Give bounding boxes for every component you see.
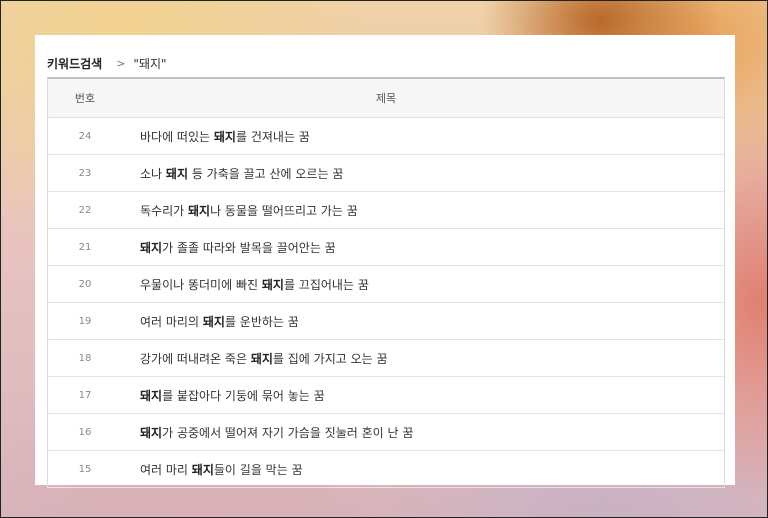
row-title-link[interactable]: 바다에 떠있는 돼지를 건져내는 꿈	[140, 130, 310, 144]
breadcrumb-current-keyword: "돼지"	[133, 56, 167, 71]
search-results-panel: 키워드검색 > "돼지" 번호 제목 24 바다에 떠있는 돼지를 건져내는 꿈2…	[35, 35, 735, 488]
row-title: 여러 마리 돼지들이 길을 막는 꿈	[122, 461, 724, 478]
row-number: 19	[78, 315, 92, 327]
header-title: 제목	[375, 92, 397, 105]
title-text-after: 나 동물을 떨어뜨리고 가는 꿈	[210, 203, 358, 218]
table-row: 19 여러 마리의 돼지를 운반하는 꿈	[48, 303, 724, 340]
row-title: 돼지가 공중에서 떨어져 자기 가슴을 짓눌러 혼이 난 꿈	[122, 424, 724, 441]
table-row: 23 소나 돼지 등 가축을 끌고 산에 오르는 꿈	[48, 155, 724, 192]
row-number: 17	[78, 389, 92, 401]
title-text-before: 바다에 떠있는	[140, 129, 214, 144]
table-row: 24 바다에 떠있는 돼지를 건져내는 꿈	[48, 118, 724, 155]
table-row: 16 돼지가 공중에서 떨어져 자기 가슴을 짓눌러 혼이 난 꿈	[48, 414, 724, 451]
table-row: 18 강가에 떠내려온 죽은 돼지를 집에 가지고 오는 꿈	[48, 340, 724, 377]
background-frame: 키워드검색 > "돼지" 번호 제목 24 바다에 떠있는 돼지를 건져내는 꿈2…	[0, 0, 768, 518]
title-keyword-highlight: 돼지	[140, 425, 163, 440]
row-title: 강가에 떠내려온 죽은 돼지를 집에 가지고 오는 꿈	[122, 350, 724, 367]
breadcrumb-root[interactable]: 키워드검색	[47, 55, 102, 72]
row-number: 15	[78, 463, 92, 475]
breadcrumb-separator-icon: >	[116, 56, 126, 70]
row-title: 돼지가 졸졸 따라와 발목을 끌어안는 꿈	[122, 239, 724, 256]
title-text-after: 가 공중에서 떨어져 자기 가슴을 짓눌러 혼이 난 꿈	[162, 425, 414, 440]
title-keyword-highlight: 돼지	[191, 462, 214, 477]
row-number: 20	[78, 278, 92, 290]
title-text-before: 독수리가	[140, 203, 188, 218]
title-keyword-highlight: 돼지	[140, 388, 163, 403]
row-number: 23	[78, 167, 92, 179]
title-keyword-highlight: 돼지	[261, 277, 284, 292]
title-text-after: 를 붙잡아다 기둥에 묶어 놓는 꿈	[162, 388, 325, 403]
row-number: 22	[78, 204, 92, 216]
row-title: 소나 돼지 등 가축을 끌고 산에 오르는 꿈	[122, 165, 724, 182]
results-table: 번호 제목 24 바다에 떠있는 돼지를 건져내는 꿈 23 소나 돼지 등 가축을 …	[47, 77, 725, 488]
title-text-after: 를 집에 가지고 오는 꿈	[272, 351, 388, 366]
row-number: 24	[78, 130, 92, 142]
row-title: 돼지를 붙잡아다 기둥에 묶어 놓는 꿈	[122, 387, 724, 404]
row-title-link[interactable]: 독수리가 돼지나 동물을 떨어뜨리고 가는 꿈	[140, 204, 358, 218]
title-text-after: 를 운반하는 꿈	[224, 314, 299, 329]
row-title-link[interactable]: 돼지가 공중에서 떨어져 자기 가슴을 짓눌러 혼이 난 꿈	[140, 426, 413, 440]
title-text-before: 여러 마리의	[140, 314, 203, 329]
title-text-before: 여러 마리	[140, 462, 192, 477]
row-title: 우물이나 똥더미에 빠진 돼지를 끄집어내는 꿈	[122, 276, 724, 293]
row-title: 바다에 떠있는 돼지를 건져내는 꿈	[122, 128, 724, 145]
row-title-link[interactable]: 돼지를 붙잡아다 기둥에 묶어 놓는 꿈	[140, 389, 325, 403]
title-keyword-highlight: 돼지	[187, 203, 211, 218]
title-keyword-highlight: 돼지	[165, 166, 188, 181]
title-keyword-highlight: 돼지	[140, 240, 163, 255]
title-text-after: 들이 길을 막는 꿈	[213, 462, 303, 477]
title-text-after: 를 끄집어내는 꿈	[283, 277, 369, 292]
title-text-before: 강가에 떠내려온 죽은	[140, 351, 251, 366]
title-text-after: 가 졸졸 따라와 발목을 끌어안는 꿈	[162, 240, 336, 255]
table-row: 22 독수리가 돼지나 동물을 떨어뜨리고 가는 꿈	[48, 192, 724, 229]
table-row: 21 돼지가 졸졸 따라와 발목을 끌어안는 꿈	[48, 229, 724, 266]
row-title-link[interactable]: 돼지가 졸졸 따라와 발목을 끌어안는 꿈	[140, 241, 336, 255]
title-keyword-highlight: 돼지	[250, 351, 273, 366]
table-header: 번호 제목	[48, 79, 724, 118]
row-number: 18	[78, 352, 92, 364]
row-title: 독수리가 돼지나 동물을 떨어뜨리고 가는 꿈	[122, 202, 724, 219]
title-keyword-highlight: 돼지	[202, 314, 225, 329]
row-title-link[interactable]: 소나 돼지 등 가축을 끌고 산에 오르는 꿈	[140, 167, 343, 181]
title-text-after: 를 건져내는 꿈	[235, 129, 310, 144]
table-row: 20 우물이나 똥더미에 빠진 돼지를 끄집어내는 꿈	[48, 266, 724, 303]
table-row: 17 돼지를 붙잡아다 기둥에 묶어 놓는 꿈	[48, 377, 724, 414]
row-title-link[interactable]: 강가에 떠내려온 죽은 돼지를 집에 가지고 오는 꿈	[140, 352, 388, 366]
row-title-link[interactable]: 여러 마리의 돼지를 운반하는 꿈	[140, 315, 299, 329]
row-title: 여러 마리의 돼지를 운반하는 꿈	[122, 313, 724, 330]
title-keyword-highlight: 돼지	[213, 129, 236, 144]
breadcrumb: 키워드검색 > "돼지"	[47, 55, 167, 71]
row-title-link[interactable]: 여러 마리 돼지들이 길을 막는 꿈	[140, 463, 303, 477]
table-body: 24 바다에 떠있는 돼지를 건져내는 꿈 23 소나 돼지 등 가축을 끌고 산에 …	[48, 118, 724, 488]
title-text-before: 소나	[140, 166, 166, 181]
title-text-after: 등 가축을 끌고 산에 오르는 꿈	[188, 166, 344, 181]
title-text-before: 우물이나 똥더미에 빠진	[140, 277, 262, 292]
row-title-link[interactable]: 우물이나 똥더미에 빠진 돼지를 끄집어내는 꿈	[140, 278, 369, 292]
header-number: 번호	[74, 92, 96, 105]
table-row: 15 여러 마리 돼지들이 길을 막는 꿈	[48, 451, 724, 488]
row-number: 16	[78, 426, 92, 438]
row-number: 21	[78, 241, 92, 253]
